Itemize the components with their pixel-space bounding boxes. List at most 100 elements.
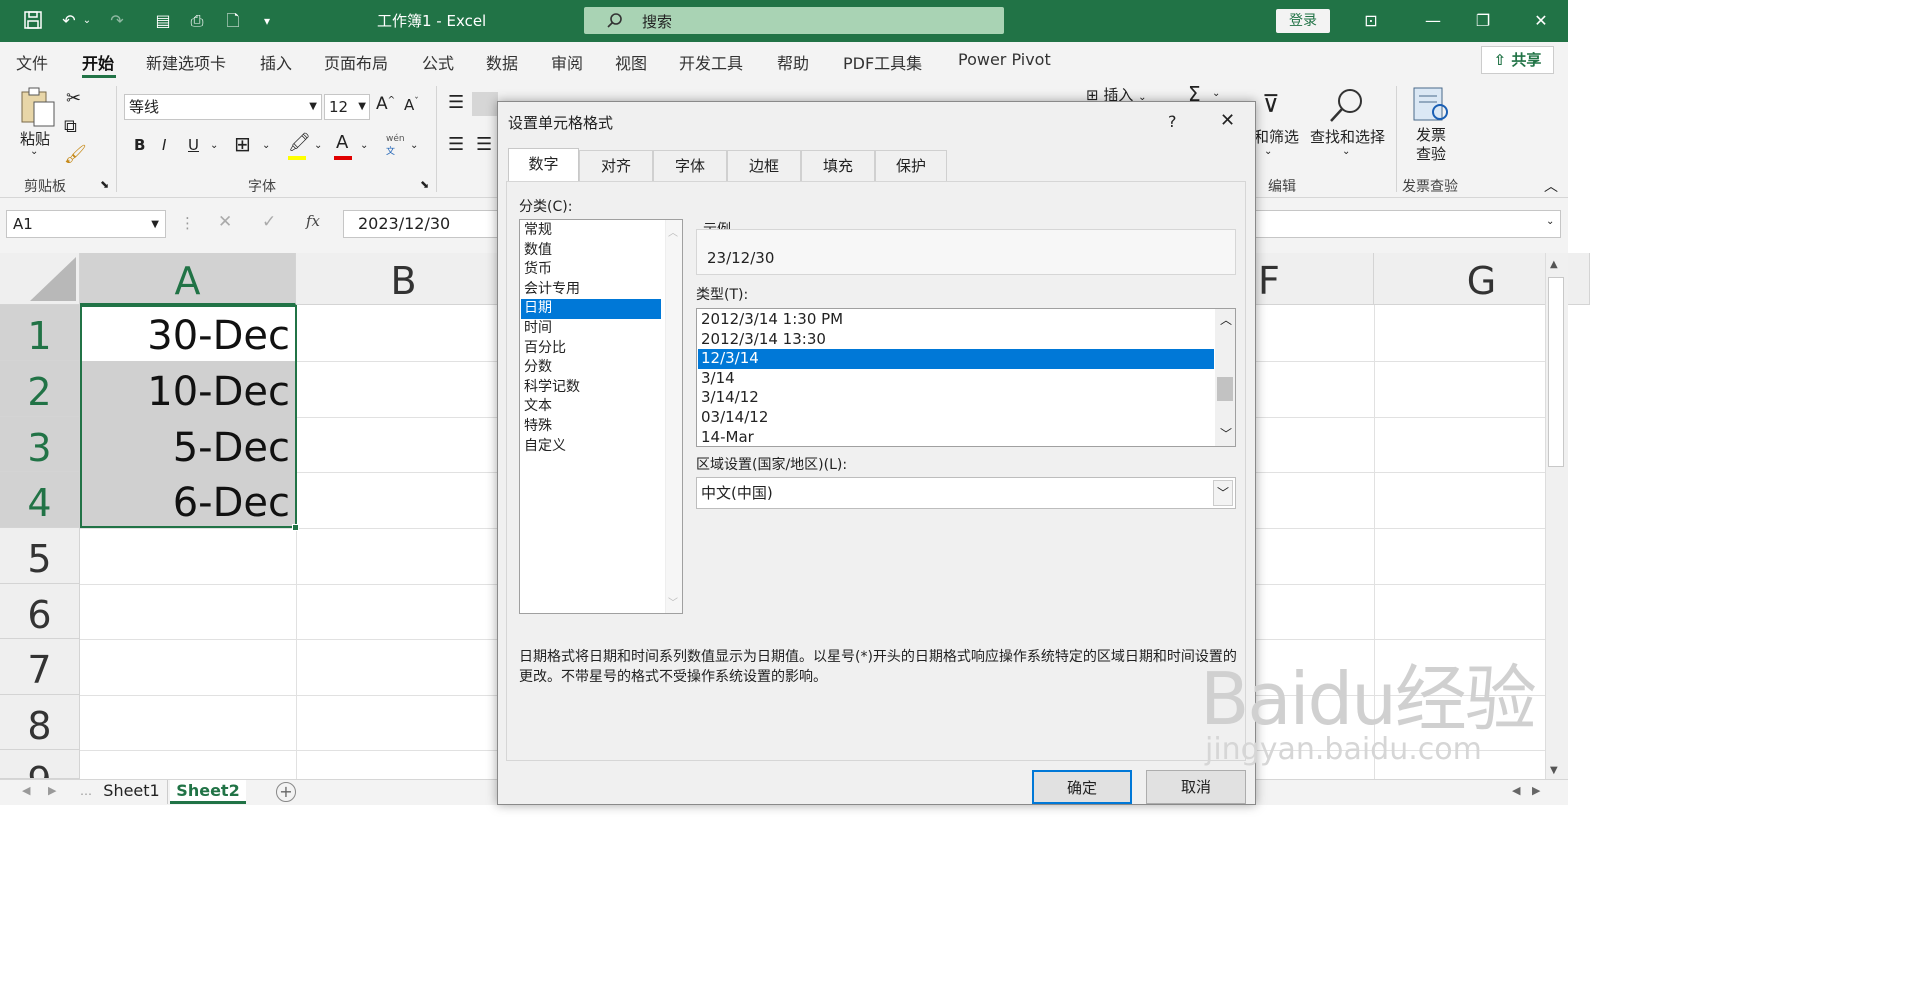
row-header-5[interactable]: 5: [0, 528, 80, 584]
expand-formula-icon[interactable]: ⌄: [1546, 216, 1554, 227]
tab-border[interactable]: 边框: [727, 150, 801, 181]
fill-dropdown-icon[interactable]: ⌄: [314, 140, 322, 151]
type-item-selected[interactable]: 12/3/14: [698, 349, 1214, 369]
save-icon[interactable]: [22, 10, 44, 32]
tab-number[interactable]: 数字: [508, 148, 579, 181]
column-header-f[interactable]: F: [1256, 253, 1374, 305]
align-center-icon[interactable]: ☰: [476, 134, 492, 155]
menu-insert[interactable]: 插入: [260, 50, 292, 74]
underline-dropdown-icon[interactable]: ⌄: [210, 140, 218, 151]
tab-alignment[interactable]: 对齐: [579, 150, 653, 181]
paste-dropdown-icon[interactable]: ⌄: [30, 146, 38, 157]
fill-color-icon[interactable]: 🖍: [288, 132, 311, 153]
category-item[interactable]: 科学记数: [521, 378, 661, 398]
hscroll-left-icon[interactable]: ◀: [1512, 784, 1520, 797]
category-item[interactable]: 会计专用: [521, 280, 661, 300]
scroll-up-icon[interactable]: ▲: [1550, 259, 1558, 270]
insert-function-icon[interactable]: fx: [306, 212, 320, 230]
type-item[interactable]: 03/14/12: [698, 408, 1214, 428]
category-item-selected[interactable]: 日期: [521, 299, 661, 319]
print-preview-icon[interactable]: ⎙: [186, 10, 208, 32]
category-item[interactable]: 特殊: [521, 417, 661, 437]
menu-view[interactable]: 视图: [615, 50, 647, 74]
format-painter-icon[interactable]: 🖌: [64, 144, 87, 165]
tab-protection[interactable]: 保护: [875, 150, 947, 181]
font-launcher-icon[interactable]: ⬊: [420, 178, 429, 191]
undo-icon[interactable]: ↶: [58, 10, 80, 32]
share-button[interactable]: ⇧ 共享: [1481, 46, 1554, 74]
type-item[interactable]: 2012/3/14 1:30 PM: [698, 310, 1214, 330]
name-box[interactable]: A1 ▼: [6, 210, 166, 238]
cell-a4[interactable]: 6-Dec: [80, 472, 296, 527]
align-top-icon[interactable]: ☰: [448, 92, 464, 113]
type-list[interactable]: 2012/3/14 1:30 PM 2012/3/14 13:30 12/3/1…: [696, 308, 1236, 447]
column-header-b[interactable]: B: [296, 253, 512, 305]
close-window-icon[interactable]: ✕: [1530, 10, 1552, 32]
border-dropdown-icon[interactable]: ⌄: [262, 140, 270, 151]
invoice-check-icon[interactable]: [1412, 86, 1452, 128]
scroll-up-icon[interactable]: ︿: [1220, 311, 1232, 328]
search-box[interactable]: 搜索: [584, 7, 1004, 34]
chevron-down-icon[interactable]: ﹀: [1213, 480, 1233, 506]
type-item[interactable]: 3/14/12: [698, 388, 1214, 408]
sheet-tab-sheet1[interactable]: Sheet1: [96, 780, 168, 804]
undo-dropdown-icon[interactable]: ⌄: [80, 10, 94, 32]
add-sheet-icon[interactable]: +: [276, 782, 296, 802]
menu-page-layout[interactable]: 页面布局: [324, 50, 388, 74]
sort-filter-label[interactable]: 和筛选: [1254, 126, 1299, 147]
tab-font[interactable]: 字体: [653, 150, 727, 181]
find-select-label[interactable]: 查找和选择: [1310, 126, 1385, 147]
phonetic-icon[interactable]: wén 文: [386, 134, 405, 157]
menu-formulas[interactable]: 公式: [422, 50, 454, 74]
find-select-icon[interactable]: [1326, 86, 1366, 130]
category-item[interactable]: 百分比: [521, 339, 661, 359]
collapse-ribbon-icon[interactable]: ︿: [1544, 176, 1558, 196]
locale-select[interactable]: 中文(中国) ﹀: [696, 477, 1236, 509]
category-item[interactable]: 文本: [521, 397, 661, 417]
category-item[interactable]: 分数: [521, 358, 661, 378]
dialog-help-button[interactable]: ?: [1168, 112, 1177, 131]
scroll-down-icon[interactable]: ﹀: [1220, 425, 1232, 442]
bold-button[interactable]: B: [134, 136, 145, 154]
category-item[interactable]: 时间: [521, 319, 661, 339]
category-item[interactable]: 数值: [521, 241, 661, 261]
category-list[interactable]: 常规 数值 货币 会计专用 日期 时间 百分比 分数 科学记数 文本 特殊 自定…: [519, 219, 683, 614]
menu-help[interactable]: 帮助: [777, 50, 809, 74]
copy-icon[interactable]: ⧉: [64, 116, 77, 137]
cancel-button[interactable]: 取消: [1146, 770, 1246, 804]
document-icon[interactable]: 🗋: [222, 10, 244, 32]
sheet-tab-sheet2[interactable]: Sheet2: [170, 780, 246, 804]
more-sheets-icon[interactable]: …: [80, 784, 92, 798]
font-name-select[interactable]: 等线 ▼: [124, 94, 322, 120]
next-sheet-icon[interactable]: ▶: [48, 784, 56, 797]
login-button[interactable]: 登录: [1276, 9, 1330, 33]
decrease-font-icon[interactable]: Aˇ: [404, 96, 419, 114]
menu-new-tab[interactable]: 新建选项卡: [146, 50, 226, 74]
row-header-1[interactable]: 1: [0, 305, 80, 361]
invoice-check-label[interactable]: 发票 查验: [1416, 126, 1446, 164]
row-header-9[interactable]: 9: [0, 750, 80, 779]
type-scroll-thumb[interactable]: [1217, 377, 1233, 401]
align-left-icon[interactable]: ☰: [448, 134, 464, 155]
ok-button[interactable]: 确定: [1032, 770, 1132, 804]
cancel-icon[interactable]: ✕: [218, 212, 232, 232]
find-select-dropdown-icon[interactable]: ⌄: [1342, 146, 1350, 157]
hscroll-right-icon[interactable]: ▶: [1532, 784, 1540, 797]
tab-fill[interactable]: 填充: [801, 150, 875, 181]
phonetic-dropdown-icon[interactable]: ⌄: [410, 140, 418, 151]
autosum-dropdown-icon[interactable]: ⌄: [1212, 88, 1220, 99]
sort-filter-dropdown-icon[interactable]: ⌄: [1264, 146, 1272, 157]
type-item[interactable]: 2012/3/14 13:30: [698, 330, 1214, 350]
font-color-icon[interactable]: A: [336, 132, 348, 153]
row-header-8[interactable]: 8: [0, 695, 80, 750]
paste-icon[interactable]: [18, 86, 58, 128]
menu-home[interactable]: 开始: [82, 50, 114, 74]
row-header-7[interactable]: 7: [0, 639, 80, 695]
category-item[interactable]: 常规: [521, 221, 661, 241]
underline-button[interactable]: U: [188, 136, 199, 154]
row-header-4[interactable]: 4: [0, 472, 80, 528]
enter-icon[interactable]: ✓: [262, 212, 276, 232]
scroll-up-icon[interactable]: ︿: [668, 224, 678, 239]
vertical-scroll-thumb[interactable]: [1548, 277, 1564, 467]
dialog-close-button[interactable]: ✕: [1220, 110, 1235, 131]
